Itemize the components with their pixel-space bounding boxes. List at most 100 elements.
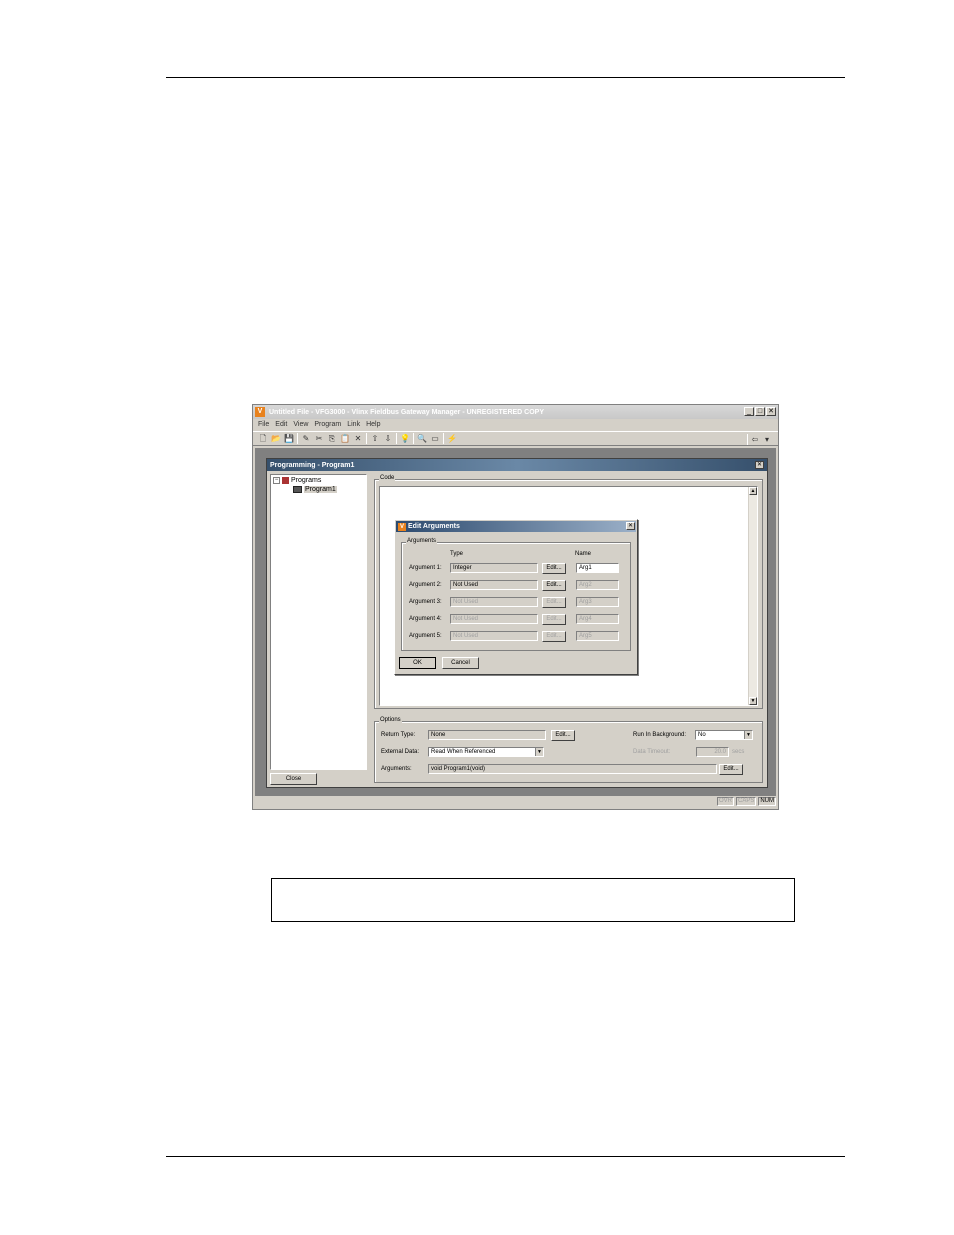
dialog-title: Edit Arguments <box>408 523 460 530</box>
copy-icon[interactable]: ⎘ <box>327 434 337 444</box>
data-timeout-label: Data Timeout: <box>633 749 671 755</box>
menu-edit[interactable]: Edit <box>275 421 287 428</box>
chevron-down-icon[interactable]: ▼ <box>744 731 752 739</box>
find-icon[interactable]: 🔍 <box>417 434 427 444</box>
tree-label-programs: Programs <box>291 477 322 484</box>
up-icon[interactable]: ⇧ <box>370 434 380 444</box>
argument-1-label: Argument 1: <box>409 565 442 571</box>
argument-1-edit-button[interactable]: Edit... <box>542 563 566 574</box>
program-icon <box>293 486 302 493</box>
external-data-select[interactable]: Read When Referenced ▼ <box>428 747 544 757</box>
caption-box <box>271 878 795 922</box>
paste-icon[interactable]: 📋 <box>340 434 350 444</box>
data-timeout-field: 20.0 <box>696 747 729 757</box>
run-background-label: Run In Background: <box>633 732 687 738</box>
argument-5-label: Argument 5: <box>409 633 442 639</box>
run-background-select[interactable]: No ▼ <box>695 730 753 740</box>
scroll-down-icon[interactable]: ▼ <box>749 697 757 705</box>
argument-3-label: Argument 3: <box>409 599 442 605</box>
external-data-label: External Data: <box>381 749 420 755</box>
status-num: NUM <box>758 797 776 806</box>
cut-icon[interactable]: ✂ <box>314 434 324 444</box>
argument-2-edit-button[interactable]: Edit... <box>542 580 566 591</box>
tree-item-programs[interactable]: − Programs <box>273 477 321 484</box>
new-icon[interactable]: 🗋 <box>258 434 268 444</box>
menu-help[interactable]: Help <box>366 421 380 428</box>
window-icon[interactable]: ▭ <box>430 434 440 444</box>
external-data-value: Read When Referenced <box>431 749 496 755</box>
chevron-down-icon[interactable]: ▼ <box>535 748 543 756</box>
chevron-down-icon[interactable]: ▾ <box>762 435 772 445</box>
type-header: Type <box>450 551 464 557</box>
footer-rule <box>166 1156 845 1157</box>
close-button[interactable]: ✕ <box>766 407 776 416</box>
argument-4-type: Not Used <box>450 614 538 624</box>
header-rule <box>166 77 845 78</box>
argument-4-name: Arg4 <box>576 614 619 624</box>
app-logo-icon: V <box>255 407 265 417</box>
menu-view[interactable]: View <box>293 421 308 428</box>
status-bar: OVR CAPS NUM <box>255 797 776 808</box>
collapse-icon[interactable]: − <box>273 477 280 484</box>
back-icon[interactable]: ⇦ <box>750 435 760 445</box>
return-type-label: Return Type: <box>381 732 416 738</box>
toolbar-separator <box>413 433 414 444</box>
code-label: Code <box>379 475 396 481</box>
programming-titlebar: Programming - Program1 ✕ <box>267 459 767 471</box>
toolbar-separator <box>396 433 397 444</box>
bulb-icon[interactable]: 💡 <box>400 434 410 444</box>
window-title: Untitled File - VFG3000 - Vlinx Fieldbus… <box>269 408 544 416</box>
tree-label-program1: Program1 <box>304 486 337 493</box>
cancel-button[interactable]: Cancel <box>442 657 479 669</box>
menu-file[interactable]: File <box>258 421 269 428</box>
close-button-bottom[interactable]: Close <box>270 773 317 785</box>
maximize-button[interactable]: □ <box>755 407 765 416</box>
delete-icon[interactable]: ✕ <box>353 434 363 444</box>
options-group: Options Return Type: None Edit... Run In… <box>374 717 763 783</box>
status-caps: CAPS <box>735 797 757 806</box>
toolbar: 🗋 📂 💾 ✎ ✂ ⎘ 📋 ✕ ⇧ ⇩ 💡 🔍 ▭ ⚡ ⇦ ▾ <box>253 431 778 446</box>
pencil-icon[interactable]: ✎ <box>301 434 311 444</box>
save-icon[interactable]: 💾 <box>284 434 294 444</box>
data-timeout-unit: secs <box>732 749 745 755</box>
scroll-up-icon[interactable]: ▲ <box>749 487 757 495</box>
menu-link[interactable]: Link <box>347 421 360 428</box>
argument-1-type: Integer <box>450 563 538 573</box>
argument-1-name[interactable]: Arg1 <box>576 563 619 573</box>
programming-close-button[interactable]: ✕ <box>755 461 764 469</box>
flash-icon[interactable]: ⚡ <box>447 434 457 444</box>
program-tree[interactable]: − Programs Program1 <box>270 474 367 770</box>
argument-3-type: Not Used <box>450 597 538 607</box>
programming-title: Programming - Program1 <box>270 461 355 469</box>
code-scrollbar[interactable]: ▲ ▼ <box>748 487 757 705</box>
argument-2-label: Argument 2: <box>409 582 442 588</box>
argument-5-type: Not Used <box>450 631 538 641</box>
menu-bar: File Edit View Program Link Help <box>253 419 778 430</box>
programs-folder-icon <box>282 477 289 484</box>
menu-program[interactable]: Program <box>314 421 341 428</box>
toolbar-separator <box>747 434 748 445</box>
dialog-close-button[interactable]: ✕ <box>626 522 635 530</box>
argument-2-name: Arg2 <box>576 580 619 590</box>
open-icon[interactable]: 📂 <box>271 434 281 444</box>
options-label: Options <box>379 717 402 723</box>
run-background-value: No <box>698 732 706 738</box>
window-titlebar: V Untitled File - VFG3000 - Vlinx Fieldb… <box>253 405 778 419</box>
return-type-edit-button[interactable]: Edit... <box>551 730 575 741</box>
argument-5-name: Arg5 <box>576 631 619 641</box>
status-ovr: OVR <box>716 797 734 806</box>
dialog-logo-icon: V <box>398 522 406 531</box>
arguments-edit-button[interactable]: Edit... <box>719 764 743 775</box>
argument-4-label: Argument 4: <box>409 616 442 622</box>
argument-3-edit-button: Edit... <box>542 597 566 608</box>
ok-button[interactable]: OK <box>399 657 436 669</box>
toolbar-separator <box>443 433 444 444</box>
arguments-group: Arguments Type Name Argument 1: Integer … <box>401 538 631 651</box>
argument-5-edit-button: Edit... <box>542 631 566 642</box>
minimize-button[interactable]: _ <box>744 407 754 416</box>
argument-2-type: Not Used <box>450 580 538 590</box>
tree-item-program1[interactable]: Program1 <box>293 486 337 493</box>
argument-4-edit-button: Edit... <box>542 614 566 625</box>
edit-arguments-dialog: V Edit Arguments ✕ Arguments Type Name A… <box>394 519 638 675</box>
down-icon[interactable]: ⇩ <box>383 434 393 444</box>
